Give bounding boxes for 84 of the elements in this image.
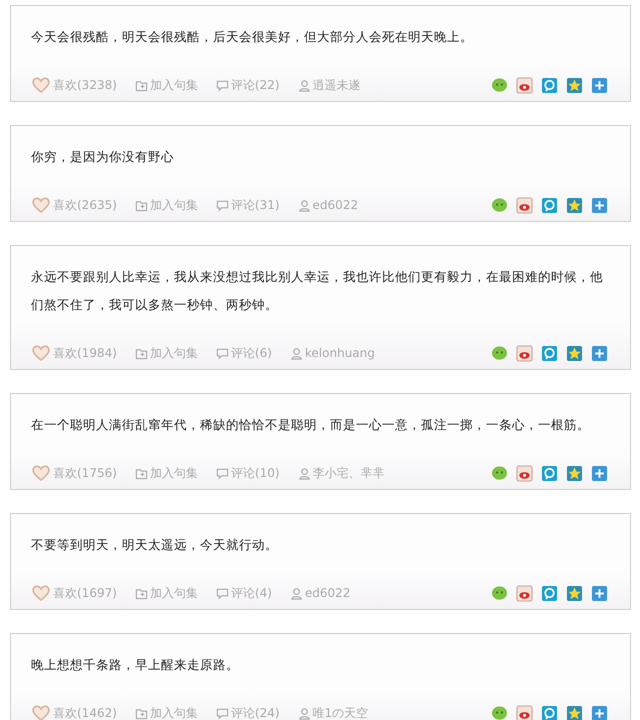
comment-icon <box>216 586 229 600</box>
plus-share-icon[interactable] <box>591 344 608 362</box>
chat-share-icon[interactable] <box>491 464 508 482</box>
person-icon <box>298 198 311 212</box>
eye-share-icon[interactable] <box>516 344 533 362</box>
collect-link[interactable]: 加入句集 <box>150 344 198 362</box>
comment-icon <box>216 706 229 720</box>
p-share-icon[interactable] <box>541 464 558 482</box>
eye-share-icon[interactable] <box>516 464 533 482</box>
folder-icon <box>134 198 148 212</box>
folder-icon <box>134 706 148 720</box>
plus-share-icon[interactable] <box>591 196 608 214</box>
person-icon <box>290 346 303 360</box>
p-share-icon[interactable] <box>541 76 558 94</box>
heart-icon <box>31 75 51 95</box>
heart-icon <box>31 703 51 720</box>
comment-link[interactable]: 评论(10) <box>230 464 280 482</box>
star-share-icon[interactable] <box>566 704 583 720</box>
star-share-icon[interactable] <box>566 76 583 94</box>
like-link[interactable]: 喜欢(1462) <box>53 704 117 720</box>
comment-icon <box>216 78 229 92</box>
person-icon <box>298 706 311 720</box>
comment-link[interactable]: 评论(24) <box>230 704 280 720</box>
eye-share-icon[interactable] <box>516 196 533 214</box>
quote-text: 不要等到明天，明天太遥远，今天就行动。 <box>31 536 279 554</box>
comment-link[interactable]: 评论(22) <box>230 76 280 94</box>
plus-share-icon[interactable] <box>591 704 608 720</box>
collect-link[interactable]: 加入句集 <box>150 196 198 214</box>
person-icon <box>298 78 311 92</box>
plus-share-icon[interactable] <box>591 584 608 602</box>
collect-link[interactable]: 加入句集 <box>150 464 198 482</box>
plus-share-icon[interactable] <box>591 464 608 482</box>
author-link[interactable]: 李小宅、芈芈 <box>312 464 385 482</box>
comment-link[interactable]: 评论(31) <box>230 196 280 214</box>
star-share-icon[interactable] <box>566 464 583 482</box>
collect-link[interactable]: 加入句集 <box>150 704 198 720</box>
folder-icon <box>134 586 148 600</box>
comment-icon <box>216 346 229 360</box>
p-share-icon[interactable] <box>541 584 558 602</box>
collect-link[interactable]: 加入句集 <box>150 76 198 94</box>
quote-text: 在一个聪明人满街乱窜年代，稀缺的恰恰不是聪明，而是一心一意，孤注一掷，一条心，一根筋。 <box>31 416 591 434</box>
chat-share-icon[interactable] <box>491 704 508 720</box>
quote-text: 晚上想想千条路，早上醒来走原路。 <box>31 656 240 674</box>
person-icon <box>298 466 311 480</box>
chat-share-icon[interactable] <box>491 344 508 362</box>
heart-icon <box>31 463 51 483</box>
comment-link[interactable]: 评论(4) <box>230 584 272 602</box>
author-link[interactable]: 唯1の天空 <box>312 704 368 720</box>
like-link[interactable]: 喜欢(1697) <box>53 584 117 602</box>
like-link[interactable]: 喜欢(3238) <box>53 76 117 94</box>
comment-icon <box>216 198 229 212</box>
eye-share-icon[interactable] <box>516 76 533 94</box>
heart-icon <box>31 583 51 603</box>
eye-share-icon[interactable] <box>516 704 533 720</box>
heart-icon <box>31 195 51 215</box>
p-share-icon[interactable] <box>541 344 558 362</box>
person-icon <box>290 586 303 600</box>
author-link[interactable]: 逍遥未遂 <box>312 76 361 94</box>
star-share-icon[interactable] <box>566 344 583 362</box>
author-link[interactable]: ed6022 <box>304 586 350 600</box>
author-link[interactable]: ed6022 <box>312 198 358 212</box>
author-link[interactable]: kelonhuang <box>304 346 375 360</box>
star-share-icon[interactable] <box>566 584 583 602</box>
eye-share-icon[interactable] <box>516 584 533 602</box>
plus-share-icon[interactable] <box>591 76 608 94</box>
quote-text: 永远不要跟别人比幸运，我从来没想过我比别人幸运，我也许比他们更有毅力，在最困难的时候，他们熬不住了，我可以多熬一秒钟、两秒钟。 <box>31 268 604 314</box>
chat-share-icon[interactable] <box>491 584 508 602</box>
chat-share-icon[interactable] <box>491 196 508 214</box>
p-share-icon[interactable] <box>541 196 558 214</box>
like-link[interactable]: 喜欢(2635) <box>53 196 117 214</box>
folder-icon <box>134 346 148 360</box>
comment-link[interactable]: 评论(6) <box>230 344 272 362</box>
folder-icon <box>134 466 148 480</box>
folder-icon <box>134 78 148 92</box>
heart-icon <box>31 343 51 363</box>
collect-link[interactable]: 加入句集 <box>150 584 198 602</box>
like-link[interactable]: 喜欢(1756) <box>53 464 117 482</box>
p-share-icon[interactable] <box>541 704 558 720</box>
star-share-icon[interactable] <box>566 196 583 214</box>
comment-icon <box>216 466 229 480</box>
quote-text: 今天会很残酷，明天会很残酷，后天会很美好，但大部分人会死在明天晚上。 <box>31 28 474 46</box>
quote-text: 你穷，是因为你没有野心 <box>31 148 175 166</box>
like-link[interactable]: 喜欢(1984) <box>53 344 117 362</box>
chat-share-icon[interactable] <box>491 76 508 94</box>
